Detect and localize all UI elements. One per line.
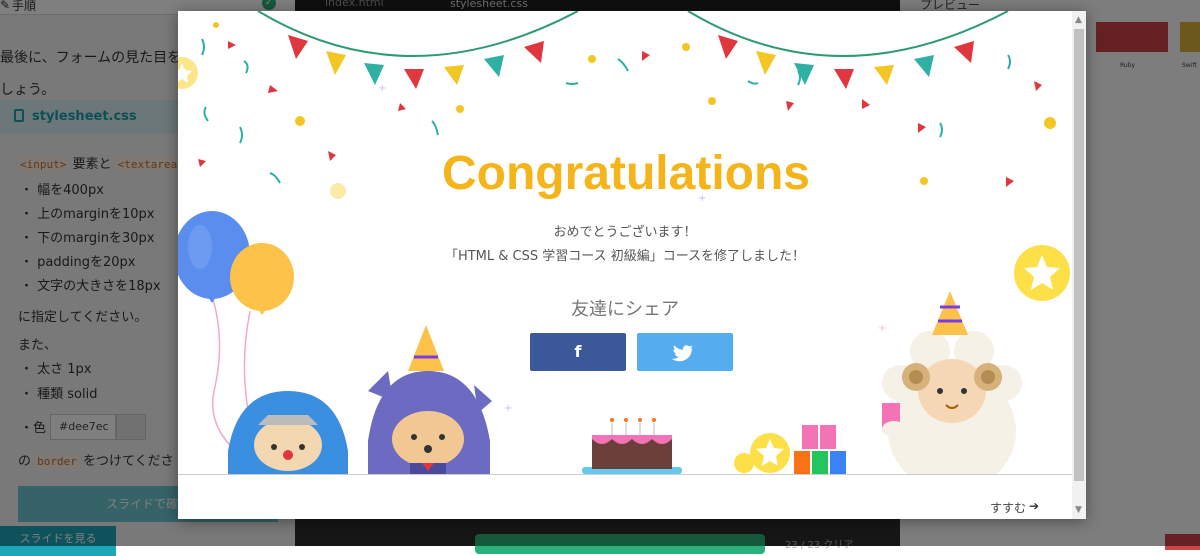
scrollbar-thumb[interactable] — [1074, 29, 1084, 481]
twitter-share-button[interactable] — [637, 333, 733, 371]
blue-shark-character — [228, 391, 348, 474]
modal-divider — [178, 474, 1072, 475]
celebration-illustration: + + + + + — [178, 11, 1070, 474]
share-label: 友達にシェア — [571, 299, 679, 320]
star-coin-left — [178, 57, 198, 89]
twitter-icon — [671, 345, 694, 362]
scroll-up-icon[interactable]: ▲ — [1075, 15, 1082, 25]
next-button[interactable]: すすむ — [990, 499, 1026, 516]
celebration-scene: + + + + + — [178, 11, 1072, 474]
congrats-message-line-2: 「HTML & CSS 学習コース 初級編」コースを修了しました！ — [444, 249, 806, 264]
svg-text:+: + — [878, 323, 886, 334]
facebook-share-button[interactable]: f — [530, 333, 626, 371]
purple-shark-character — [368, 325, 492, 474]
star-coin-bottom — [734, 433, 790, 473]
svg-text:+: + — [378, 83, 386, 94]
arrow-right-icon[interactable]: ➔ — [1029, 499, 1039, 513]
completion-modal: + + + + + — [178, 11, 1086, 519]
birthday-cake — [582, 418, 682, 474]
party-cups — [794, 425, 846, 474]
scroll-down-icon[interactable]: ▼ — [1075, 505, 1082, 515]
facebook-icon: f — [574, 342, 582, 361]
modal-scrollbar[interactable]: ▲ ▼ — [1072, 11, 1086, 519]
svg-text:+: + — [504, 403, 512, 414]
congrats-message-line-1: おめでとうございます！ — [553, 225, 697, 240]
congratulations-heading: Congratulations — [442, 147, 810, 200]
